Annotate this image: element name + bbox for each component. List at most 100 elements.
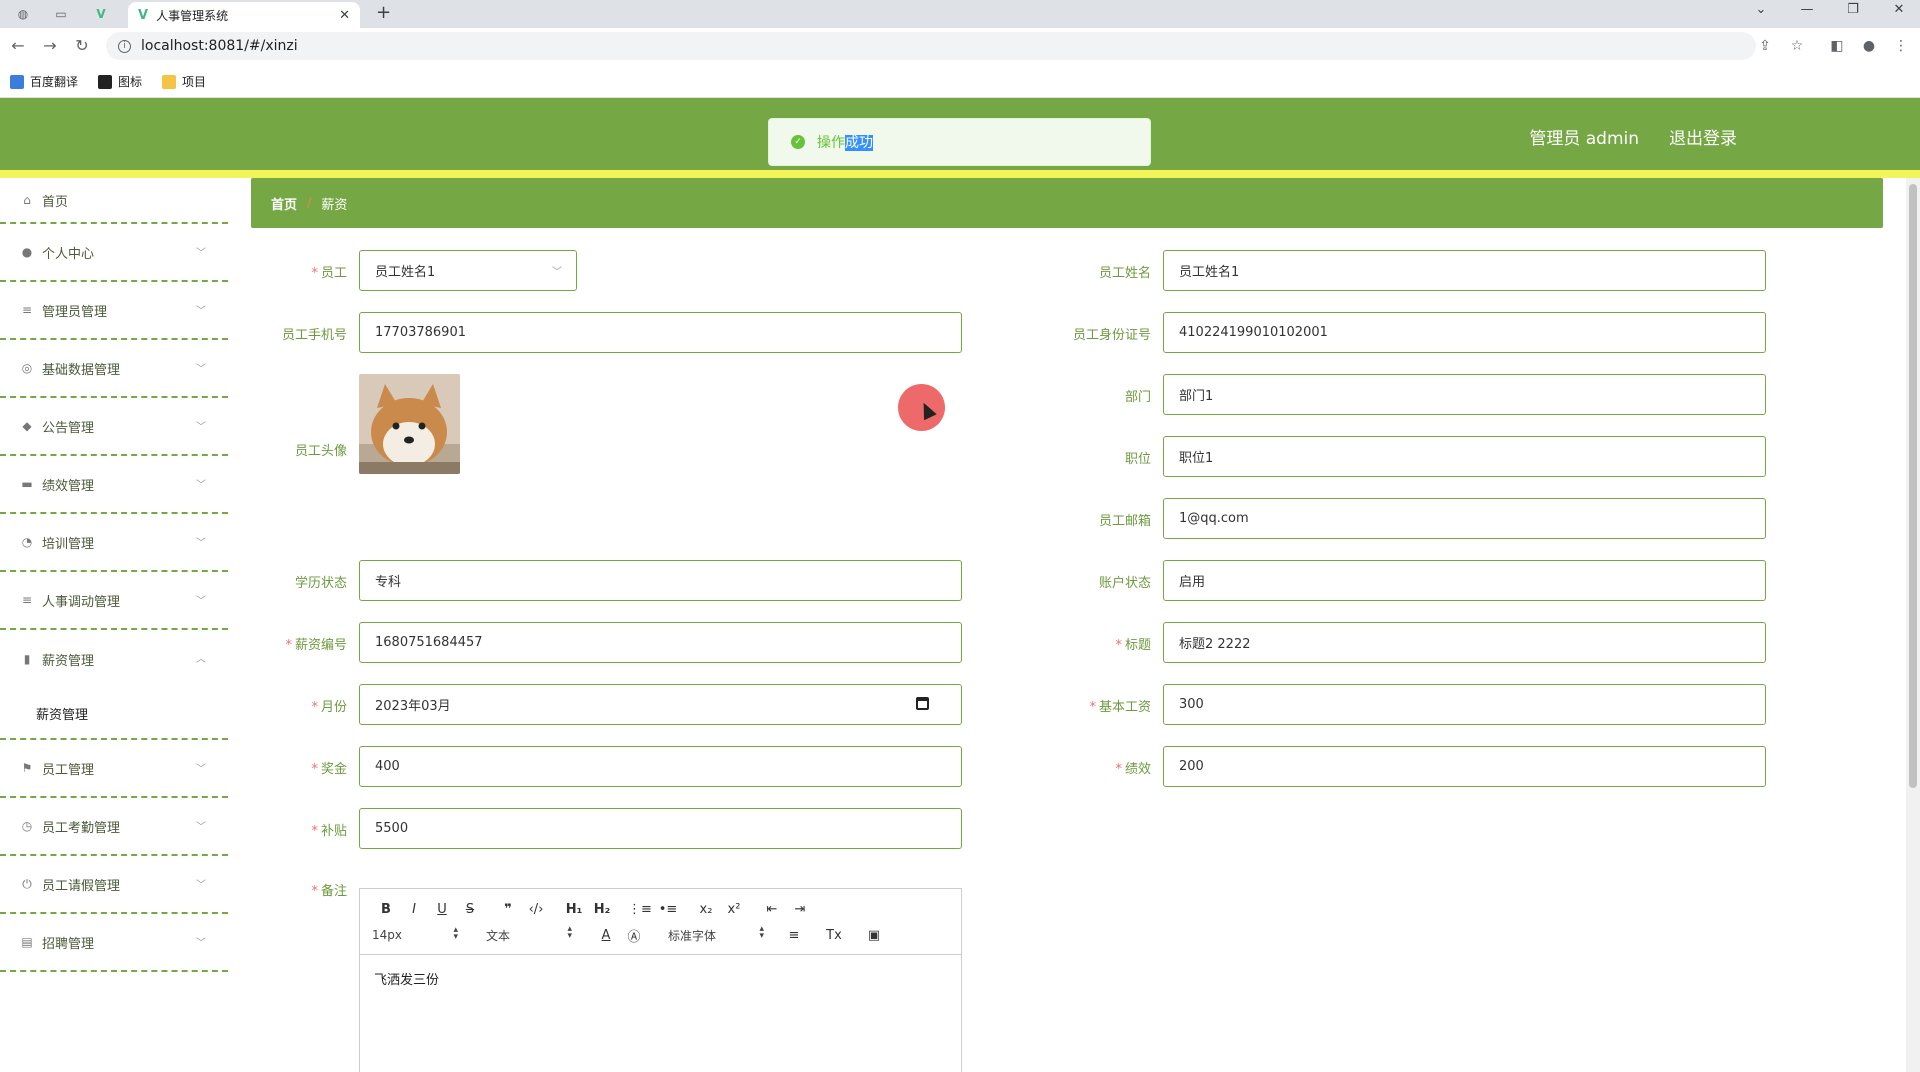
employee-avatar-image[interactable] (359, 374, 460, 474)
restore-icon[interactable]: ❐ (1838, 2, 1868, 17)
email-label: 员工邮箱 (1098, 514, 1151, 529)
settings-icon: ◎ (21, 361, 33, 375)
globe-icon[interactable]: ◍ (12, 4, 34, 24)
share-icon[interactable]: ⇪ (1755, 38, 1775, 54)
reload-icon[interactable]: ↻ (72, 36, 92, 55)
sidebar-submenu-salary: ▮ 薪资管理 ︿ 薪资管理 (0, 630, 228, 740)
bookmark-item[interactable]: 百度翻译 (10, 73, 78, 90)
sidebar-item-training[interactable]: ◔ 培训管理 ﹀ (0, 514, 228, 572)
sidebar-item-recruitment[interactable]: ▤ 招聘管理 ﹀ (0, 914, 228, 972)
performance-field[interactable]: 200 (1163, 746, 1766, 787)
account-status-field[interactable]: 启用 (1163, 560, 1766, 601)
heading-2-icon[interactable]: H₂ (588, 902, 616, 917)
subscript-icon[interactable]: x₂ (692, 902, 720, 917)
employee-label: * 员工 (311, 266, 347, 281)
blockquote-icon[interactable]: ❞ (494, 902, 522, 917)
sidebar-item-performance[interactable]: ▬ 绩效管理 ﹀ (0, 456, 228, 514)
base-salary-field[interactable]: 300 (1163, 684, 1766, 725)
new-tab-button[interactable]: + (376, 2, 391, 23)
sidebar-item-personal-center[interactable]: ● 个人中心 ﹀ (0, 224, 228, 282)
editor-content[interactable]: 飞洒发三份 (360, 955, 961, 1002)
email-field[interactable]: 1@qq.com (1163, 498, 1766, 539)
font-family-select[interactable]: 标准字体 ▴ ▾ (668, 924, 764, 944)
profile-icon[interactable]: ● (1859, 38, 1879, 54)
salary-no-field[interactable]: 1680751684457 (359, 622, 962, 663)
sidebar-item-home[interactable]: ⌂ 首页 (0, 178, 228, 224)
sidebar-item-salary[interactable]: ▮ 薪资管理 ︿ (0, 630, 228, 688)
sidebar-item-transfer[interactable]: ≡ 人事调动管理 ﹀ (0, 572, 228, 630)
bonus-label: * 奖金 (311, 762, 347, 777)
ordered-list-icon[interactable]: ⋮≡ (626, 902, 654, 917)
bonus-field[interactable]: 400 (359, 746, 962, 787)
chevron-down-icon: ﹀ (196, 880, 206, 891)
department-field[interactable]: 部门1 (1163, 374, 1766, 415)
folder-icon (162, 74, 177, 89)
strikethrough-icon[interactable]: S (456, 902, 484, 917)
subsidy-field[interactable]: 5500 (359, 808, 962, 849)
heading-1-icon[interactable]: H₁ (560, 902, 588, 917)
italic-icon[interactable]: I (400, 902, 428, 917)
breadcrumb-home[interactable]: 首页 (271, 194, 297, 213)
chevron-down-icon: ﹀ (196, 306, 206, 317)
sidebar-item-leave[interactable]: ⏻ 员工请假管理 ﹀ (0, 856, 228, 914)
header-user-area: 管理员 admin 退出登录 (1529, 124, 1737, 149)
menu-icon: ≡ (21, 303, 33, 317)
month-date-picker[interactable]: 2023年03月 (359, 684, 962, 725)
education-field[interactable]: 专科 (359, 560, 962, 601)
blank-tab-icon[interactable]: ▭ (50, 4, 72, 24)
sidebar: ⌂ 首页 ● 个人中心 ﹀ ≡ 管理员管理 ﹀ ◎ 基础数据管理 ﹀ ◆ 公告管… (0, 178, 228, 1072)
background-color-icon[interactable]: Ⓐ (620, 926, 648, 945)
align-icon[interactable]: ≡ (780, 928, 808, 943)
tab-search-icon[interactable]: ⌄ (1746, 2, 1776, 17)
back-icon[interactable]: ← (8, 36, 28, 55)
site-info-icon[interactable]: i (118, 39, 131, 53)
clear-format-icon[interactable]: Tx (820, 928, 848, 943)
bookmark-star-icon[interactable]: ☆ (1787, 38, 1807, 54)
employee-select[interactable]: 员工姓名1 ﹀ (359, 250, 577, 291)
forward-icon[interactable]: → (40, 36, 60, 55)
address-bar[interactable]: i localhost:8081/#/xinzi (106, 32, 1756, 60)
active-tab[interactable]: V 人事管理系统 ✕ (128, 2, 360, 28)
scrollbar-thumb[interactable] (1909, 184, 1917, 788)
id-card-field[interactable]: 410224199010102001 (1163, 312, 1766, 353)
sidebar-item-employees[interactable]: ⚑ 员工管理 ﹀ (0, 740, 228, 798)
close-tab-icon[interactable]: ✕ (339, 8, 350, 23)
header-select[interactable]: 文本 ▴ ▾ (486, 924, 572, 944)
breadcrumb: 首页 / 薪资 (251, 178, 1883, 228)
position-field[interactable]: 职位1 (1163, 436, 1766, 477)
font-size-select[interactable]: 14px ▴ ▾ (372, 926, 458, 943)
remark-label: * 备注 (311, 884, 347, 899)
calendar-icon[interactable] (916, 697, 929, 710)
underline-icon[interactable]: U (428, 902, 456, 917)
title-field[interactable]: 标题2 2222 (1163, 622, 1766, 663)
bookmark-item[interactable]: 项目 (162, 73, 206, 90)
compass-icon: ◔ (21, 535, 33, 549)
logout-link[interactable]: 退出登录 (1669, 124, 1737, 149)
bullet-list-icon[interactable]: •≡ (654, 902, 682, 917)
sidebar-item-attendance[interactable]: ◷ 员工考勤管理 ﹀ (0, 798, 228, 856)
id-card-label: 员工身份证号 (1072, 328, 1151, 343)
outdent-icon[interactable]: ⇤ (758, 902, 786, 917)
font-color-icon[interactable]: A (592, 928, 620, 943)
chevron-down-icon: ﹀ (196, 596, 206, 607)
page-scrollbar[interactable] (1906, 178, 1920, 1072)
code-block-icon[interactable]: ‹/› (522, 902, 550, 917)
employee-name-field[interactable]: 员工姓名1 (1163, 250, 1766, 291)
sidebar-item-basic-data[interactable]: ◎ 基础数据管理 ﹀ (0, 340, 228, 398)
bold-icon[interactable]: B (372, 902, 400, 917)
indent-icon[interactable]: ⇥ (786, 902, 814, 917)
phone-field[interactable]: 17703786901 (359, 312, 962, 353)
title-label: * 标题 (1115, 638, 1151, 653)
insert-image-icon[interactable]: ▣ (860, 928, 888, 943)
sidebar-subitem-salary[interactable]: 薪资管理 (0, 688, 228, 738)
sidebar-item-announcements[interactable]: ◆ 公告管理 ﹀ (0, 398, 228, 456)
side-panel-icon[interactable]: ◧ (1827, 38, 1847, 54)
sidebar-item-admin-management[interactable]: ≡ 管理员管理 ﹀ (0, 282, 228, 340)
bookmark-item[interactable]: 图标 (98, 73, 142, 90)
minimize-icon[interactable]: — (1792, 2, 1822, 17)
vue-tab-icon[interactable]: V (90, 4, 112, 24)
more-menu-icon[interactable]: ⋮ (1891, 38, 1911, 54)
superscript-icon[interactable]: x² (720, 902, 748, 917)
close-window-icon[interactable]: ✕ (1884, 2, 1914, 17)
chevron-down-icon: ﹀ (196, 248, 206, 259)
